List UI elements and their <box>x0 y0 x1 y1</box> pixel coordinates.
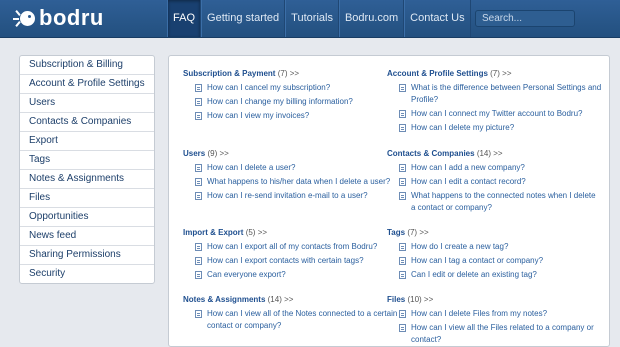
document-icon <box>399 192 406 200</box>
nav-faq[interactable]: FAQ <box>167 0 202 37</box>
document-icon <box>195 192 202 200</box>
question-link[interactable]: How can I delete my picture? <box>387 122 602 134</box>
question-link[interactable]: How can I export contacts with certain t… <box>183 255 398 267</box>
bodru-logo-icon <box>13 8 36 28</box>
document-icon <box>399 257 406 265</box>
faq-content: Subscription & Payment (7) >> How can I … <box>168 55 610 347</box>
sidebar-item-notes-assignments[interactable]: Notes & Assignments <box>20 170 154 189</box>
sidebar-item-tags[interactable]: Tags <box>20 151 154 170</box>
question-link[interactable]: How can I add a new company? <box>387 162 602 174</box>
bodru-logo[interactable]: bodru <box>13 4 104 32</box>
top-header: bodru FAQ Getting started Tutorials Bodr… <box>0 0 620 38</box>
faq-section-files: Files (10) >> How can I delete Files fro… <box>387 294 602 346</box>
faq-section-account: Account & Profile Settings (7) >> What i… <box>387 68 602 134</box>
sidebar-item-users[interactable]: Users <box>20 94 154 113</box>
document-icon <box>195 243 202 251</box>
document-icon <box>399 243 406 251</box>
section-title[interactable]: Subscription & Payment <box>183 69 275 78</box>
nav-bodru-com[interactable]: Bodru.com <box>338 0 405 37</box>
document-icon <box>195 84 202 92</box>
question-link[interactable]: How can I view my invoices? <box>183 110 398 122</box>
document-icon <box>399 178 406 186</box>
section-title[interactable]: Users <box>183 149 205 158</box>
document-icon <box>195 271 202 279</box>
document-icon <box>195 310 202 318</box>
question-link[interactable]: Can everyone export? <box>183 269 398 281</box>
main-nav: FAQ Getting started Tutorials Bodru.com … <box>167 0 471 37</box>
section-count[interactable]: (10) >> <box>407 295 433 304</box>
sidebar-item-contacts-companies[interactable]: Contacts & Companies <box>20 113 154 132</box>
document-icon <box>399 84 406 92</box>
question-link[interactable]: How can I re-send invitation e-mail to a… <box>183 190 398 202</box>
section-title[interactable]: Account & Profile Settings <box>387 69 488 78</box>
section-title[interactable]: Tags <box>387 228 405 237</box>
sidebar-item-news-feed[interactable]: News feed <box>20 227 154 246</box>
document-icon <box>399 324 406 332</box>
document-icon <box>195 98 202 106</box>
sidebar-item-files[interactable]: Files <box>20 189 154 208</box>
document-icon <box>399 164 406 172</box>
section-count[interactable]: (7) >> <box>407 228 428 237</box>
question-link[interactable]: How can I tag a contact or company? <box>387 255 602 267</box>
brand-name: bodru <box>39 5 104 30</box>
section-title[interactable]: Import & Export <box>183 228 243 237</box>
nav-getting-started[interactable]: Getting started <box>201 0 286 37</box>
question-link[interactable]: How can I export all of my contacts from… <box>183 241 398 253</box>
section-count[interactable]: (14) >> <box>477 149 503 158</box>
document-icon <box>399 124 406 132</box>
faq-section-tags: Tags (7) >> How do I create a new tag? H… <box>387 227 602 281</box>
document-icon <box>399 271 406 279</box>
document-icon <box>195 164 202 172</box>
section-title[interactable]: Files <box>387 295 405 304</box>
question-link[interactable]: What happens to his/her data when I dele… <box>183 176 398 188</box>
sidebar-item-export[interactable]: Export <box>20 132 154 151</box>
document-icon <box>195 112 202 120</box>
section-count[interactable]: (9) >> <box>207 149 228 158</box>
sidebar-menu: Subscription & Billing Account & Profile… <box>19 55 155 284</box>
section-title[interactable]: Contacts & Companies <box>387 149 475 158</box>
question-link[interactable]: How can I change my billing information? <box>183 96 398 108</box>
document-icon <box>195 257 202 265</box>
question-link[interactable]: How can I view all the Files related to … <box>387 322 602 346</box>
question-link[interactable]: What is the difference between Personal … <box>387 82 602 106</box>
question-link[interactable]: How do I create a new tag? <box>387 241 602 253</box>
section-count[interactable]: (7) >> <box>278 69 299 78</box>
faq-section-import-export: Import & Export (5) >> How can I export … <box>183 227 398 281</box>
document-icon <box>195 178 202 186</box>
question-link[interactable]: How can I edit a contact record? <box>387 176 602 188</box>
question-link[interactable]: What happens to the connected notes when… <box>387 190 602 214</box>
section-count[interactable]: (14) >> <box>268 295 294 304</box>
document-icon <box>399 110 406 118</box>
question-link[interactable]: How can I delete Files from my notes? <box>387 308 602 320</box>
sidebar-item-subscription-billing[interactable]: Subscription & Billing <box>20 56 154 75</box>
question-link[interactable]: How can I view all of the Notes connecte… <box>183 308 398 332</box>
question-link[interactable]: Can I edit or delete an existing tag? <box>387 269 602 281</box>
faq-section-contacts: Contacts & Companies (14) >> How can I a… <box>387 148 602 214</box>
search-input[interactable] <box>475 10 575 27</box>
section-title[interactable]: Notes & Assignments <box>183 295 265 304</box>
sidebar-item-account-profile[interactable]: Account & Profile Settings <box>20 75 154 94</box>
document-icon <box>399 310 406 318</box>
faq-section-notes: Notes & Assignments (14) >> How can I vi… <box>183 294 398 332</box>
sidebar-item-sharing-permissions[interactable]: Sharing Permissions <box>20 246 154 265</box>
faq-section-subscription: Subscription & Payment (7) >> How can I … <box>183 68 398 122</box>
section-count[interactable]: (7) >> <box>490 69 511 78</box>
sidebar-item-security[interactable]: Security <box>20 265 154 283</box>
question-link[interactable]: How can I cancel my subscription? <box>183 82 398 94</box>
question-link[interactable]: How can I connect my Twitter account to … <box>387 108 602 120</box>
nav-contact-us[interactable]: Contact Us <box>404 0 471 37</box>
sidebar-item-opportunities[interactable]: Opportunities <box>20 208 154 227</box>
section-count[interactable]: (5) >> <box>246 228 267 237</box>
faq-section-users: Users (9) >> How can I delete a user? Wh… <box>183 148 398 202</box>
question-link[interactable]: How can I delete a user? <box>183 162 398 174</box>
nav-tutorials[interactable]: Tutorials <box>285 0 339 37</box>
